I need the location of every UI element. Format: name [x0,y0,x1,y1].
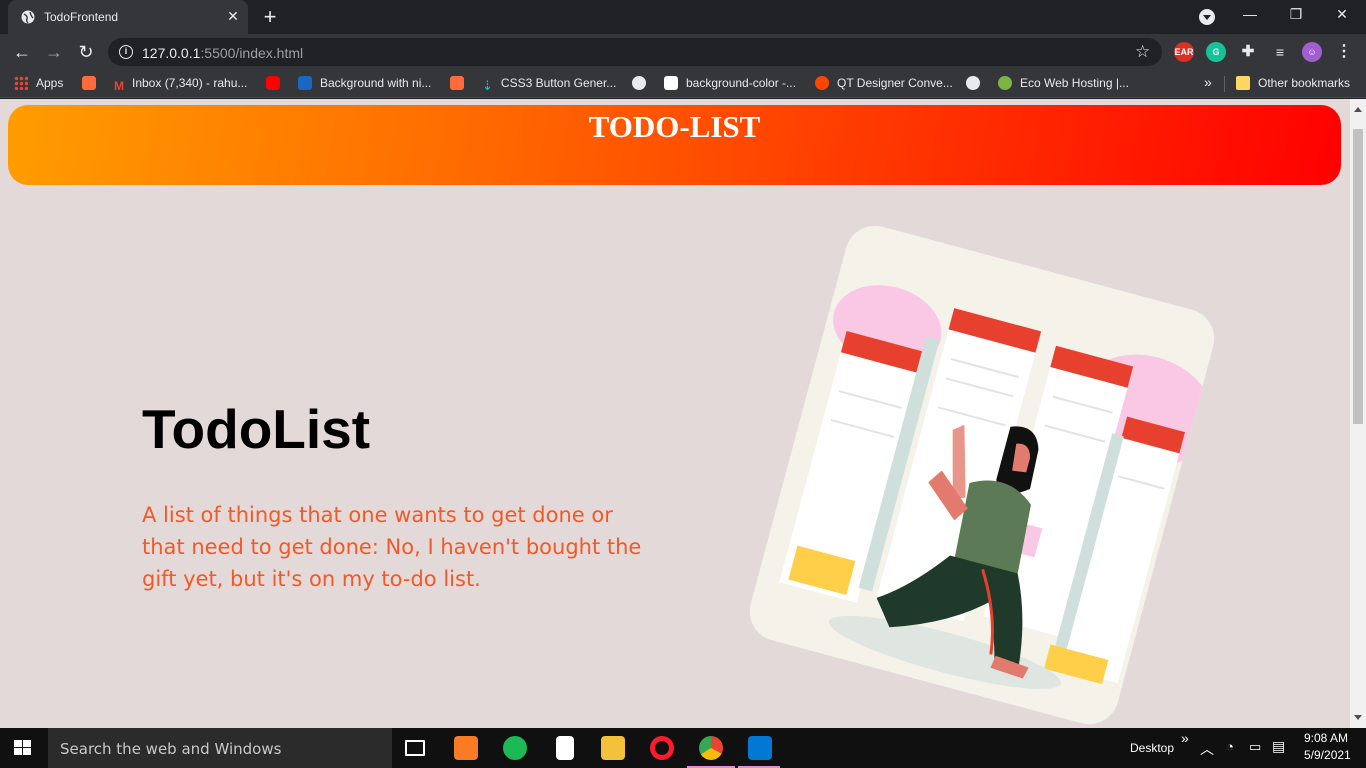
vuetify-icon [298,76,312,90]
taskbar-search-box[interactable]: Search the web and Windows [48,728,392,768]
hero-illustration [743,219,1221,728]
hero-description: A list of things that one wants to get d… [142,503,642,591]
leaf-icon [998,76,1012,90]
notepad-icon[interactable] [556,736,574,760]
bookmarks-divider [1224,76,1225,92]
bookmark-gmail[interactable]: M Inbox (7,340) - rahu... [114,76,248,93]
ublock-icon [82,76,96,90]
ublock-icon [450,76,464,90]
grammarly-extension-icon[interactable]: G [1206,42,1226,62]
arrow-down-icon: ⇣ [482,78,493,93]
spotify-icon[interactable] [503,736,527,760]
url-host: 127.0.0.1 [142,45,201,61]
hero-title: TodoList [142,398,371,460]
bookmark-ublock-2[interactable] [450,76,472,92]
globe-icon [632,76,646,90]
extensions-puzzle-icon[interactable]: ✚ [1238,42,1258,62]
bookmark-label: Other bookmarks [1258,76,1351,90]
restore-button[interactable]: ❐ [1286,4,1306,24]
other-bookmarks[interactable]: Other bookmarks [1236,76,1350,92]
new-tab-button[interactable]: + [260,6,280,28]
reddit-icon [815,76,829,90]
xampp-icon[interactable] [454,736,478,760]
bookmark-label: background-color -... [686,76,797,90]
site-info-icon[interactable]: i [119,45,133,59]
bookmark-globe[interactable] [632,76,654,92]
tab-title: TodoFrontend [44,10,119,24]
page-scrollbar[interactable] [1350,99,1366,728]
url-text: 127.0.0.1:5500/index.html [142,45,303,61]
bookmark-mdn[interactable]: background-color -... [664,76,796,92]
woman-kanban-illustration [743,219,1221,728]
bookmark-star-icon[interactable]: ☆ [1135,42,1150,62]
tab-close-button[interactable]: ✕ [225,8,241,24]
show-hidden-icons-chevron[interactable]: ︿ [1200,739,1214,759]
url-path: :5500/index.html [200,45,304,61]
clock-time[interactable]: 9:08 AM [1304,731,1348,745]
reload-button[interactable]: ↻ [76,42,96,62]
bookmark-apps[interactable]: Apps [14,76,63,92]
media-control-icon[interactable]: ≡ [1270,42,1290,62]
back-button[interactable]: ← [12,42,32,62]
youtube-icon [266,76,280,90]
windows-start-button[interactable] [14,740,32,756]
bookmarks-bar: Apps M Inbox (7,340) - rahu... Background… [0,70,1366,98]
page-viewport: TODO-LIST TodoList A list of things that… [0,99,1350,728]
folder-icon [1236,76,1250,90]
bookmark-label: CSS3 Button Gener... [500,76,617,90]
chrome-icon[interactable] [699,736,723,760]
minimize-button[interactable]: — [1240,4,1260,24]
address-bar[interactable]: i 127.0.0.1:5500/index.html ☆ [108,38,1162,66]
bookmark-ublock[interactable] [82,76,104,92]
bookmark-label: QT Designer Conve... [837,76,953,90]
desktop-overflow-button[interactable]: » [1181,730,1189,746]
task-view-icon[interactable] [405,740,425,756]
gmail-icon: M [114,79,124,93]
vscode-icon[interactable] [748,736,772,760]
globe-icon [966,76,980,90]
clock-date[interactable]: 5/9/2021 [1304,748,1351,762]
scroll-up-arrow[interactable] [1354,107,1362,112]
scroll-thumb[interactable] [1353,129,1363,424]
mdn-icon [664,76,678,90]
forward-button[interactable]: → [44,42,64,62]
bookmark-css3-button[interactable]: ⇣ CSS3 Button Gener... [482,76,617,93]
bookmark-youtube[interactable] [266,76,288,92]
opera-icon[interactable] [650,736,674,760]
bookmark-vuetify[interactable]: Background with ni... [298,76,431,92]
bookmark-label: Eco Web Hosting |... [1020,76,1129,90]
tab-strip: TodoFrontend ✕ + — ❐ ✕ [0,0,1366,34]
header-banner: TODO-LIST [8,105,1341,185]
network-wifi-icon[interactable]: ◔ [1226,739,1234,754]
bookmark-globe-2[interactable] [966,76,988,92]
file-explorer-icon[interactable] [601,736,625,760]
bookmark-reddit[interactable]: QT Designer Conve... [815,76,953,92]
profile-avatar[interactable]: ☺ [1302,42,1322,62]
browser-tab[interactable]: TodoFrontend ✕ [8,0,248,34]
bookmarks-overflow-button[interactable]: » [1204,74,1212,90]
bookmark-label: Inbox (7,340) - rahu... [132,76,248,90]
menu-kebab-icon[interactable]: ⋮ [1334,42,1354,62]
battery-icon[interactable]: ▭ [1249,739,1261,755]
scroll-down-arrow[interactable] [1354,715,1362,720]
ear-extension-icon[interactable]: EAR [1174,42,1194,62]
bookmark-label: Apps [36,76,64,90]
bookmark-label: Background with ni... [320,76,432,90]
bookmark-eco-hosting[interactable]: Eco Web Hosting |... [998,76,1129,92]
windows-taskbar: Search the web and Windows Desktop » ︿ ◔… [0,728,1366,768]
browser-toolbar: ← → ↻ i 127.0.0.1:5500/index.html ☆ EAR … [0,34,1366,70]
close-window-button[interactable]: ✕ [1332,4,1352,24]
apps-grid-icon [14,76,28,90]
action-center-icon[interactable]: ▤ [1272,738,1285,755]
tab-search-button[interactable] [1199,9,1215,25]
banner-title: TODO-LIST [588,109,761,144]
desktop-toolbar-label[interactable]: Desktop [1130,741,1174,755]
taskbar-search-placeholder: Search the web and Windows [60,740,282,758]
globe-icon [21,10,35,24]
